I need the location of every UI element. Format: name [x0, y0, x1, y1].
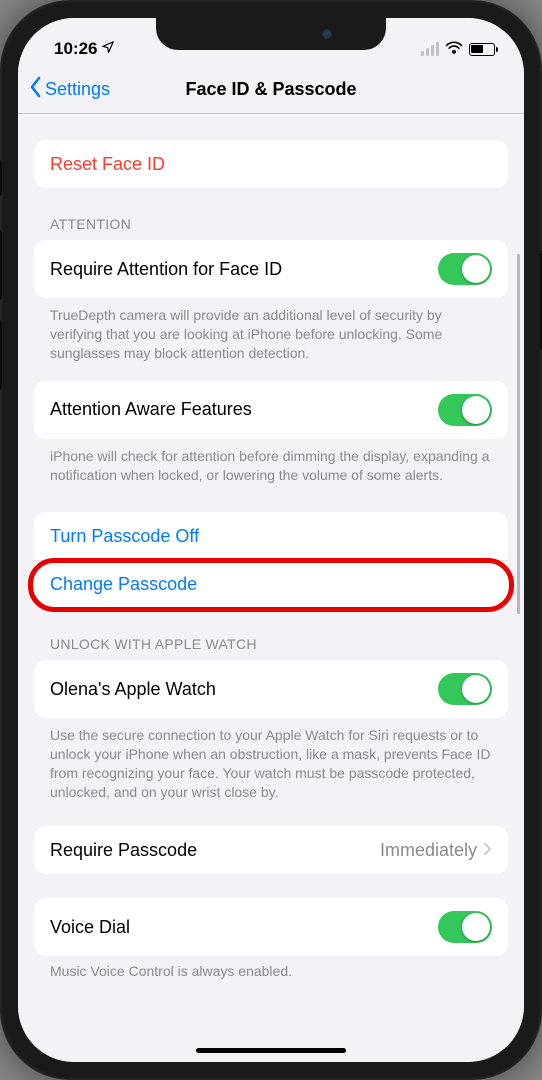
notch	[156, 18, 386, 50]
apple-watch-label: Olena's Apple Watch	[50, 679, 216, 700]
attention-aware-toggle[interactable]	[438, 394, 492, 426]
ringer-switch	[0, 160, 2, 196]
attention-aware-footer: iPhone will check for attention before d…	[50, 447, 492, 485]
reset-faceid-group: Reset Face ID	[34, 140, 508, 188]
iphone-frame: 10:26 Settings	[0, 0, 542, 1080]
require-attention-footer: TrueDepth camera will provide an additio…	[50, 306, 492, 363]
turn-passcode-off-row[interactable]: Turn Passcode Off	[34, 512, 508, 560]
voice-dial-row[interactable]: Voice Dial	[34, 898, 508, 956]
attention-aware-row[interactable]: Attention Aware Features	[34, 381, 508, 439]
voice-dial-footer: Music Voice Control is always enabled.	[50, 962, 492, 981]
require-passcode-group: Require Passcode Immediately	[34, 826, 508, 874]
back-button[interactable]: Settings	[28, 76, 110, 103]
navigation-bar: Settings Face ID & Passcode	[18, 66, 524, 114]
require-passcode-value: Immediately	[380, 840, 477, 861]
scroll-indicator	[517, 254, 520, 614]
content-scroll[interactable]: Reset Face ID ATTENTION Require Attentio…	[18, 114, 524, 1062]
attention-header: ATTENTION	[50, 216, 492, 232]
back-label: Settings	[45, 79, 110, 100]
voice-dial-toggle[interactable]	[438, 911, 492, 943]
voice-dial-group: Voice Dial	[34, 898, 508, 956]
passcode-actions-group: Turn Passcode Off Change Passcode	[34, 512, 508, 608]
location-icon	[101, 39, 115, 59]
chevron-right-icon	[483, 840, 492, 861]
require-attention-group: Require Attention for Face ID	[34, 240, 508, 298]
change-passcode-label: Change Passcode	[50, 574, 197, 595]
require-attention-label: Require Attention for Face ID	[50, 259, 282, 280]
require-attention-toggle[interactable]	[438, 253, 492, 285]
volume-down-button	[0, 320, 2, 390]
status-time: 10:26	[54, 39, 97, 59]
require-passcode-label: Require Passcode	[50, 840, 197, 861]
voice-dial-label: Voice Dial	[50, 917, 130, 938]
home-indicator[interactable]	[196, 1048, 346, 1053]
cellular-icon	[421, 42, 439, 56]
reset-faceid-row[interactable]: Reset Face ID	[34, 140, 508, 188]
wifi-icon	[445, 39, 463, 59]
screen: 10:26 Settings	[18, 18, 524, 1062]
apple-watch-toggle[interactable]	[438, 673, 492, 705]
battery-icon	[469, 43, 499, 56]
reset-faceid-label: Reset Face ID	[50, 154, 165, 175]
require-passcode-row[interactable]: Require Passcode Immediately	[34, 826, 508, 874]
change-passcode-row[interactable]: Change Passcode	[34, 560, 508, 608]
apple-watch-row[interactable]: Olena's Apple Watch	[34, 660, 508, 718]
attention-aware-group: Attention Aware Features	[34, 381, 508, 439]
apple-watch-group: Olena's Apple Watch	[34, 660, 508, 718]
attention-aware-label: Attention Aware Features	[50, 399, 252, 420]
volume-up-button	[0, 230, 2, 300]
require-attention-row[interactable]: Require Attention for Face ID	[34, 240, 508, 298]
watch-header: UNLOCK WITH APPLE WATCH	[50, 636, 492, 652]
apple-watch-footer: Use the secure connection to your Apple …	[50, 726, 492, 802]
chevron-left-icon	[28, 76, 42, 103]
turn-passcode-off-label: Turn Passcode Off	[50, 526, 199, 547]
